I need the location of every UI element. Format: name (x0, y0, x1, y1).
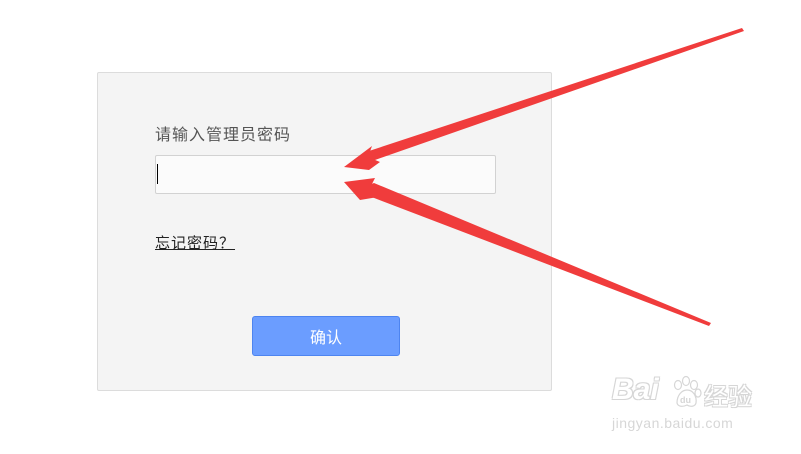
text-cursor (157, 164, 158, 184)
login-panel: 请输入管理员密码 忘记密码？ 确认 (97, 72, 552, 391)
password-prompt-label: 请输入管理员密码 (155, 125, 292, 144)
confirm-button[interactable]: 确认 (252, 316, 400, 356)
forgot-password-link[interactable]: 忘记密码？ (155, 232, 235, 253)
watermark-url: jingyan.baidu.com (612, 415, 734, 431)
baidu-jingyan-watermark: Bai du 经验 jingyan.baidu.com (612, 373, 792, 439)
svg-text:du: du (680, 395, 691, 405)
watermark-suffix: 经验 (704, 383, 752, 411)
password-input[interactable] (155, 155, 496, 194)
baidu-paw-icon: du (673, 375, 702, 407)
watermark-brand: Bai (612, 373, 659, 406)
